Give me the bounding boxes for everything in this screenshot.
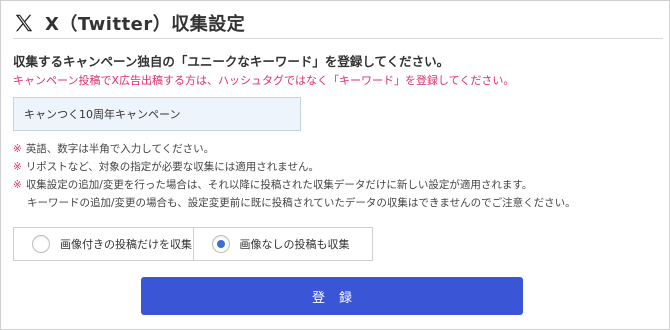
radio-unchecked-icon[interactable] — [32, 235, 50, 253]
note-repost: ※ リポストなど、対象の指定が必要な収集には適用されません。 — [13, 161, 319, 173]
ad-warning: キャンペーン投稿でX広告出稿する方は、ハッシュタグではなく「キーワード」を登録し… — [13, 74, 515, 87]
x-logo-icon — [15, 14, 33, 32]
keyword-instruction: 収集するキャンペーン独自の「ユニークなキーワード」を登録してください。 — [13, 54, 450, 69]
note-continuation: キーワードの追加/変更の場合も、設定変更前に既に投稿されていたデータの収集はでき… — [27, 197, 576, 209]
note-halfwidth: ※ 英語、数字は半角で入力してください。 — [13, 143, 215, 155]
page-title: X（Twitter）収集設定 — [45, 14, 246, 35]
note-settings-change: ※ 収集設定の追加/変更を行った場合は、それ以降に投稿された収集データだけに新しい… — [13, 179, 533, 191]
radio-checked-icon[interactable] — [211, 235, 230, 253]
image-filter-radio-group: 画像付きの投稿だけを収集 画像なしの投稿も収集 — [13, 227, 373, 261]
radio-label: 画像なしの投稿も収集 — [239, 238, 350, 251]
keyword-input[interactable] — [13, 97, 301, 131]
radio-option-images-only[interactable]: 画像付きの投稿だけを収集 — [14, 228, 193, 260]
register-button[interactable]: 登録 — [141, 277, 523, 315]
radio-option-include-no-images[interactable]: 画像なしの投稿も収集 — [192, 228, 373, 260]
page-header: X（Twitter）収集設定 — [13, 8, 663, 39]
radio-label: 画像付きの投稿だけを収集 — [60, 238, 192, 251]
